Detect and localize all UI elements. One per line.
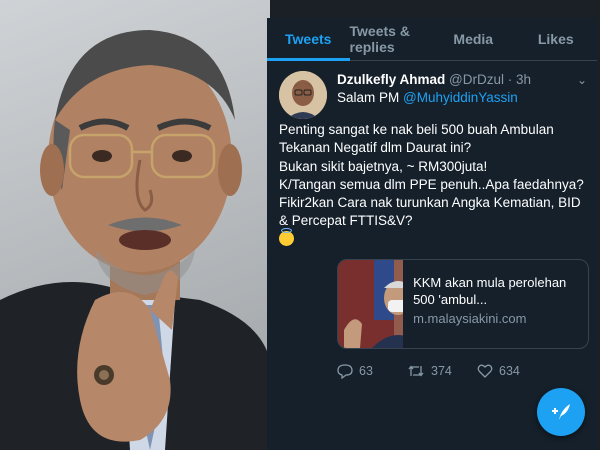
card-domain[interactable]: m.malaysiakini.com	[413, 310, 580, 327]
chevron-down-icon[interactable]: ⌄	[577, 73, 587, 87]
like-icon	[477, 364, 493, 378]
avatar-illustration	[279, 71, 327, 119]
tweet-time[interactable]: · 3h	[508, 72, 531, 87]
like-button[interactable]: 634	[477, 363, 547, 379]
reply-count: 63	[359, 364, 373, 379]
tab-tweets[interactable]: Tweets	[267, 18, 350, 61]
speaker-photo-illustration	[0, 30, 270, 450]
tweet-line: Penting sangat ke nak beli 500 buah Ambu…	[279, 122, 554, 156]
greeting-text: Salam PM	[337, 90, 400, 105]
compose-icon	[552, 404, 570, 420]
compose-tweet-button[interactable]	[537, 388, 585, 436]
photo-speaker	[0, 0, 270, 450]
card-thumbnail-illustration	[338, 260, 404, 349]
avatar[interactable]	[279, 71, 327, 119]
retweet-button[interactable]: 374	[407, 363, 477, 379]
link-preview-card[interactable]: KKM akan mula perolehan 500 'ambul... m.…	[337, 259, 589, 350]
mention-link[interactable]: @MuhyiddinYassin	[403, 90, 518, 105]
tab-media[interactable]: Media	[432, 18, 515, 60]
tweet-actions: 63 374 634	[337, 363, 585, 380]
tab-likes[interactable]: Likes	[515, 18, 598, 60]
tweet-line: Fikir2kan Cara nak turunkan Angka Kemati…	[279, 195, 581, 229]
reply-button[interactable]: 63	[337, 363, 407, 380]
author-handle[interactable]: @DrDzul	[449, 72, 504, 87]
retweet-icon	[408, 365, 424, 377]
card-title[interactable]: KKM akan mula perolehan 500 'ambul...	[413, 274, 580, 308]
tweet-line: K/Tangan semua dlm PPE penuh..Apa faedah…	[279, 176, 584, 192]
link-preview-image	[338, 260, 404, 349]
tweet-line: Bukan sikit bajetnya, ~ RM300juta!	[279, 158, 488, 174]
author-name[interactable]: Dzulkefly Ahmad	[337, 72, 445, 87]
retweet-count: 374	[431, 364, 452, 379]
smiling-halo-emoji	[279, 227, 294, 246]
tab-tweets-and-replies[interactable]: Tweets & replies	[350, 18, 433, 60]
like-count: 634	[499, 364, 520, 379]
tweet-text: Penting sangat ke nak beli 500 buah Ambu…	[279, 121, 585, 249]
reply-icon	[337, 364, 353, 380]
twitter-panel: Tweets Tweets & replies Media Likes ⌄ Dz…	[267, 18, 597, 450]
tweet[interactable]: ⌄ Dzulkefly Ahmad @DrDzul · 3h Salam PM …	[267, 61, 597, 380]
profile-tabs: Tweets Tweets & replies Media Likes	[267, 18, 597, 61]
